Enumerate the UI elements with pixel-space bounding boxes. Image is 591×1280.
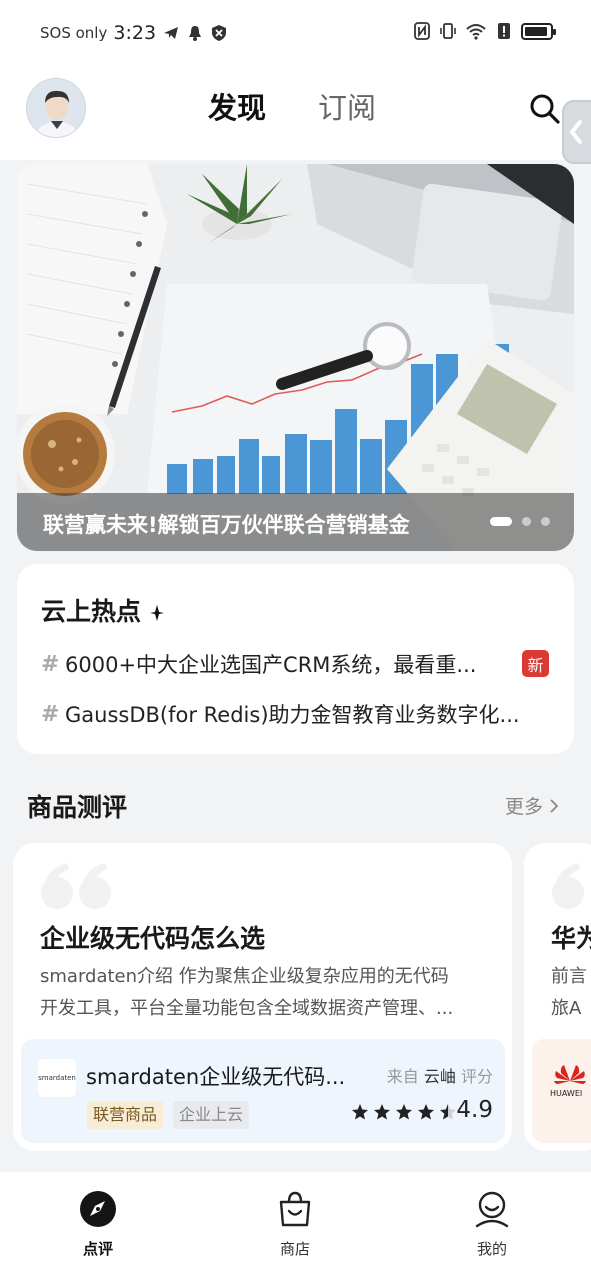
hot-topic-text: 6000+中大企业选国产CRM系统，最看重... [65, 653, 477, 677]
battery-icon [521, 22, 556, 40]
product-box[interactable]: HUAWEI [532, 1039, 591, 1143]
avatar-icon [27, 79, 85, 137]
review-description: smardaten介绍 作为聚焦企业级复杂应用的无代码 开发工具，平台全量功能包… [40, 961, 490, 1025]
review-description: 前言 旅A [551, 961, 587, 1025]
source-name: 云岫 [423, 1067, 456, 1086]
review-title: 华为 [551, 924, 591, 953]
review-title: 企业级无代码怎么选 [40, 924, 266, 953]
quote-icon [41, 863, 111, 909]
section-title: 商品测评 [27, 793, 128, 822]
promo-banner[interactable]: 联营赢未来!解锁百万伙伴联合营销基金 [17, 164, 574, 551]
telegram-icon [164, 27, 179, 39]
hot-topics-title-text: 云上热点 [41, 597, 142, 626]
sparkle-icon [149, 605, 164, 621]
half-star-icon [440, 1104, 456, 1120]
review-description-line: 开发工具，平台全量功能包含全域数据资产管理、... [40, 998, 454, 1019]
star-icon [418, 1104, 434, 1120]
avatar[interactable] [26, 78, 86, 138]
carrier-text: SOS only [40, 24, 108, 42]
star-icon [374, 1104, 390, 1120]
carousel-dot[interactable] [490, 517, 512, 526]
nav-label: 点评 [82, 1240, 113, 1258]
wifi-icon [466, 24, 486, 40]
status-bar: SOS only 3:23 [0, 0, 591, 66]
hashtag-icon: # [41, 651, 60, 677]
nav-label: 商店 [279, 1240, 310, 1258]
product-source: 来自 云岫 评分 [387, 1063, 493, 1087]
vibrate-icon [440, 23, 456, 39]
huawei-logo: HUAWEI [550, 1065, 586, 1098]
shopping-bag-icon [279, 1191, 311, 1227]
tag-partner-product: 联营商品 [87, 1101, 164, 1129]
nav-label: 我的 [476, 1240, 507, 1258]
banner-title: 联营赢未来!解锁百万伙伴联合营销基金 [43, 513, 410, 537]
side-drawer-handle[interactable] [562, 100, 591, 164]
hot-topics-title: 云上热点 [41, 592, 164, 628]
bottom-nav: 点评 商店 我的 [0, 1172, 591, 1280]
quote-icon [552, 863, 584, 909]
source-suffix: 评分 [460, 1067, 493, 1086]
clock: 3:23 [113, 22, 157, 44]
product-logo: smardaten [38, 1059, 76, 1097]
review-card[interactable]: 华为 前言 旅A HUAWEI [524, 843, 591, 1151]
product-box[interactable]: smardaten smardaten企业级无代码... 来自 云岫 评分 联营… [21, 1039, 505, 1143]
carousel-dot[interactable] [541, 517, 550, 526]
more-link-label: 更多 [505, 796, 544, 818]
tab-discover[interactable]: 发现 [208, 88, 266, 128]
banner-caption: 联营赢未来!解锁百万伙伴联合营销基金 [17, 493, 574, 551]
rating-value: 4.9 [456, 1097, 493, 1123]
chevron-right-icon [550, 799, 559, 813]
shield-icon [212, 25, 227, 41]
compass-icon [80, 1191, 116, 1227]
review-description-line: 旅A [551, 998, 582, 1019]
tag-enterprise-cloud: 企业上云 [173, 1101, 250, 1129]
bell-icon [189, 26, 202, 41]
carousel-dot[interactable] [522, 517, 531, 526]
tab-subscribe[interactable]: 订阅 [318, 88, 376, 128]
chevron-left-icon [570, 120, 582, 144]
nfc-icon [414, 22, 430, 40]
nav-item-mine[interactable]: 我的 [442, 1190, 542, 1259]
product-name: smardaten企业级无代码... [86, 1065, 346, 1089]
profile-icon [475, 1191, 509, 1228]
hot-topic-item[interactable]: # GaussDB(for Redis)助力金智教育业务数字化... [41, 698, 551, 730]
more-link[interactable]: 更多 [505, 792, 559, 819]
alert-icon [498, 23, 510, 39]
hashtag-icon: # [41, 701, 60, 727]
svg-text:HUAWEI: HUAWEI [550, 1089, 582, 1098]
hot-topic-item[interactable]: # 6000+中大企业选国产CRM系统，最看重... 新 [41, 648, 551, 680]
new-badge: 新 [522, 650, 549, 677]
carousel-indicator [490, 517, 550, 526]
star-icon [396, 1104, 412, 1120]
top-tabs: 发现 订阅 [208, 88, 376, 128]
review-card[interactable]: 企业级无代码怎么选 smardaten介绍 作为聚焦企业级复杂应用的无代码 开发… [13, 843, 512, 1151]
nav-item-store[interactable]: 商店 [245, 1190, 345, 1259]
star-icon [352, 1104, 368, 1120]
hot-topic-text: GaussDB(for Redis)助力金智教育业务数字化... [65, 703, 520, 727]
review-description-line: 前言 [551, 966, 587, 987]
search-icon[interactable] [528, 92, 562, 126]
review-description-line: smardaten介绍 作为聚焦企业级复杂应用的无代码 [40, 966, 449, 987]
star-rating [351, 1103, 457, 1121]
source-prefix: 来自 [386, 1067, 419, 1086]
nav-item-review[interactable]: 点评 [48, 1190, 148, 1259]
hot-topics-card: 云上热点 # 6000+中大企业选国产CRM系统，最看重... 新 # Gaus… [17, 564, 574, 754]
